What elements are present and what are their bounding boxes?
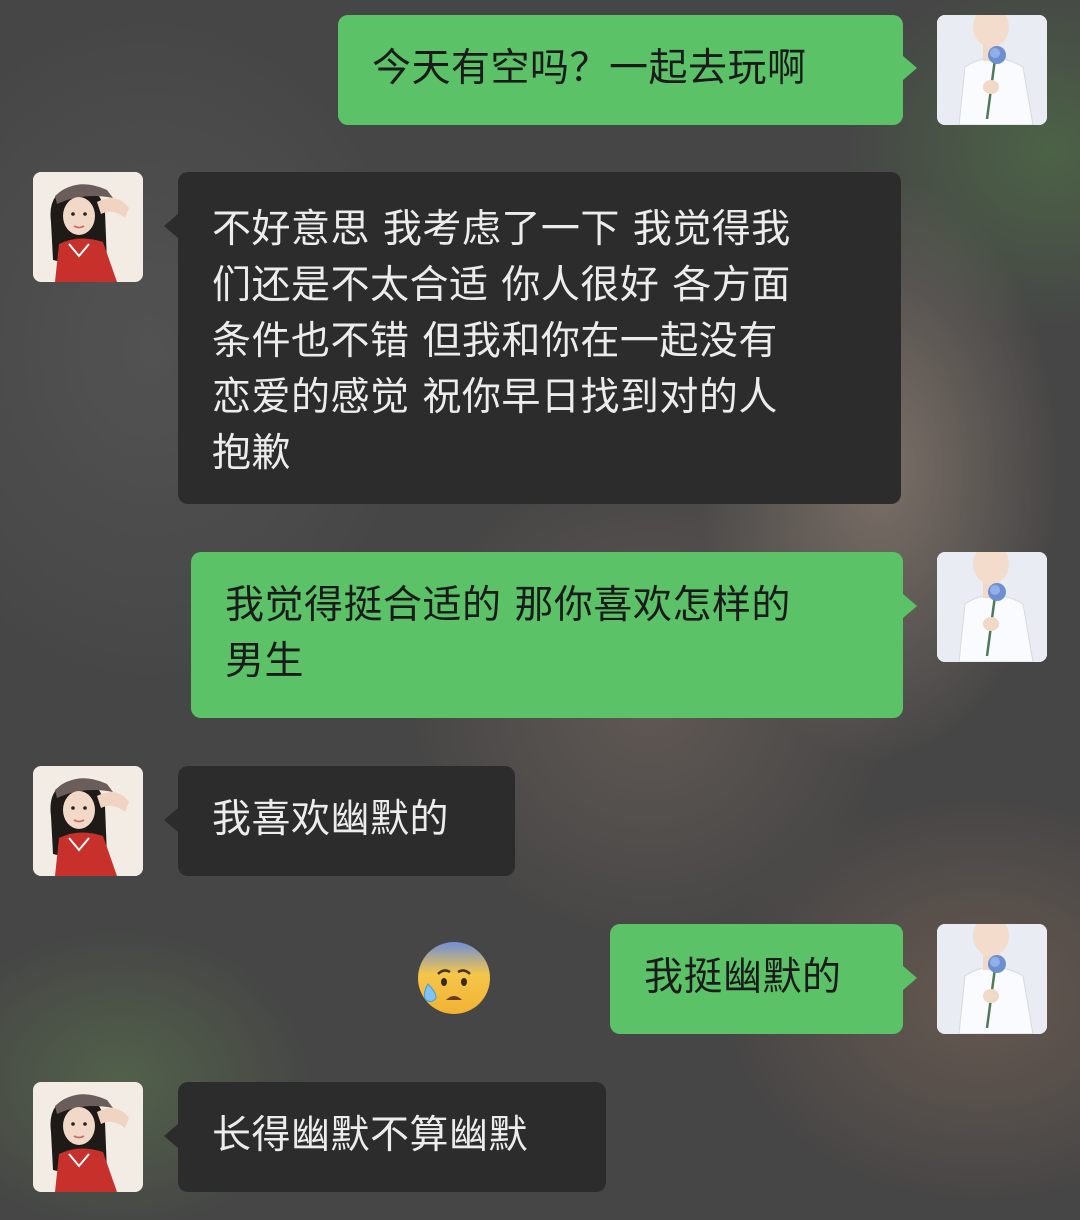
bubble-tail xyxy=(903,594,917,618)
message-text: 长得幽默不算幽默 xyxy=(212,1113,529,1158)
message-line: 男生 xyxy=(225,639,305,684)
anxious-face-with-sweat-icon xyxy=(418,942,490,1014)
girl-with-cap-avatar xyxy=(33,766,143,876)
contact-avatar[interactable] xyxy=(33,172,143,282)
message-line: 抱歉 xyxy=(212,431,292,476)
bubble-tail xyxy=(903,966,917,990)
contact-message-bubble[interactable]: 长得幽默不算幽默 xyxy=(178,1082,606,1192)
bubble-tail xyxy=(164,808,178,832)
my-avatar[interactable] xyxy=(937,924,1047,1034)
my-message-bubble[interactable]: 今天有空吗？一起去玩啊 xyxy=(338,15,903,125)
message-text: 今天有空吗？一起去玩啊 xyxy=(372,46,807,91)
contact-avatar[interactable] xyxy=(33,1082,143,1192)
message-line: 恋爱的感觉 祝你早日找到对的人 xyxy=(212,375,778,420)
contact-avatar[interactable] xyxy=(33,766,143,876)
my-message-bubble[interactable]: 我觉得挺合适的 那你喜欢怎样的 男生 xyxy=(191,552,903,718)
message-line: 条件也不错 但我和你在一起没有 xyxy=(212,319,778,364)
girl-with-cap-avatar xyxy=(33,1082,143,1192)
bubble-tail xyxy=(164,1124,178,1148)
bubble-tail xyxy=(903,56,917,80)
contact-message-bubble[interactable]: 我喜欢幽默的 xyxy=(178,766,515,876)
boy-holding-blue-rose-avatar xyxy=(937,924,1047,1034)
message-text: 我喜欢幽默的 xyxy=(212,797,450,842)
boy-holding-blue-rose-avatar xyxy=(937,552,1047,662)
bubble-tail xyxy=(164,214,178,238)
my-avatar[interactable] xyxy=(937,15,1047,125)
message-line: 们还是不太合适 你人很好 各方面 xyxy=(212,263,791,308)
message-text: 我挺幽默的 xyxy=(644,955,842,1000)
my-avatar[interactable] xyxy=(937,552,1047,662)
message-line: 我觉得挺合适的 那你喜欢怎样的 xyxy=(225,583,791,628)
girl-with-cap-avatar xyxy=(33,172,143,282)
my-message-bubble[interactable]: 我挺幽默的 xyxy=(610,924,903,1034)
contact-message-bubble[interactable]: 不好意思 我考虑了一下 我觉得我 们还是不太合适 你人很好 各方面 条件也不错 … xyxy=(178,172,901,504)
message-line: 不好意思 我考虑了一下 我觉得我 xyxy=(212,207,791,252)
boy-holding-blue-rose-avatar xyxy=(937,15,1047,125)
